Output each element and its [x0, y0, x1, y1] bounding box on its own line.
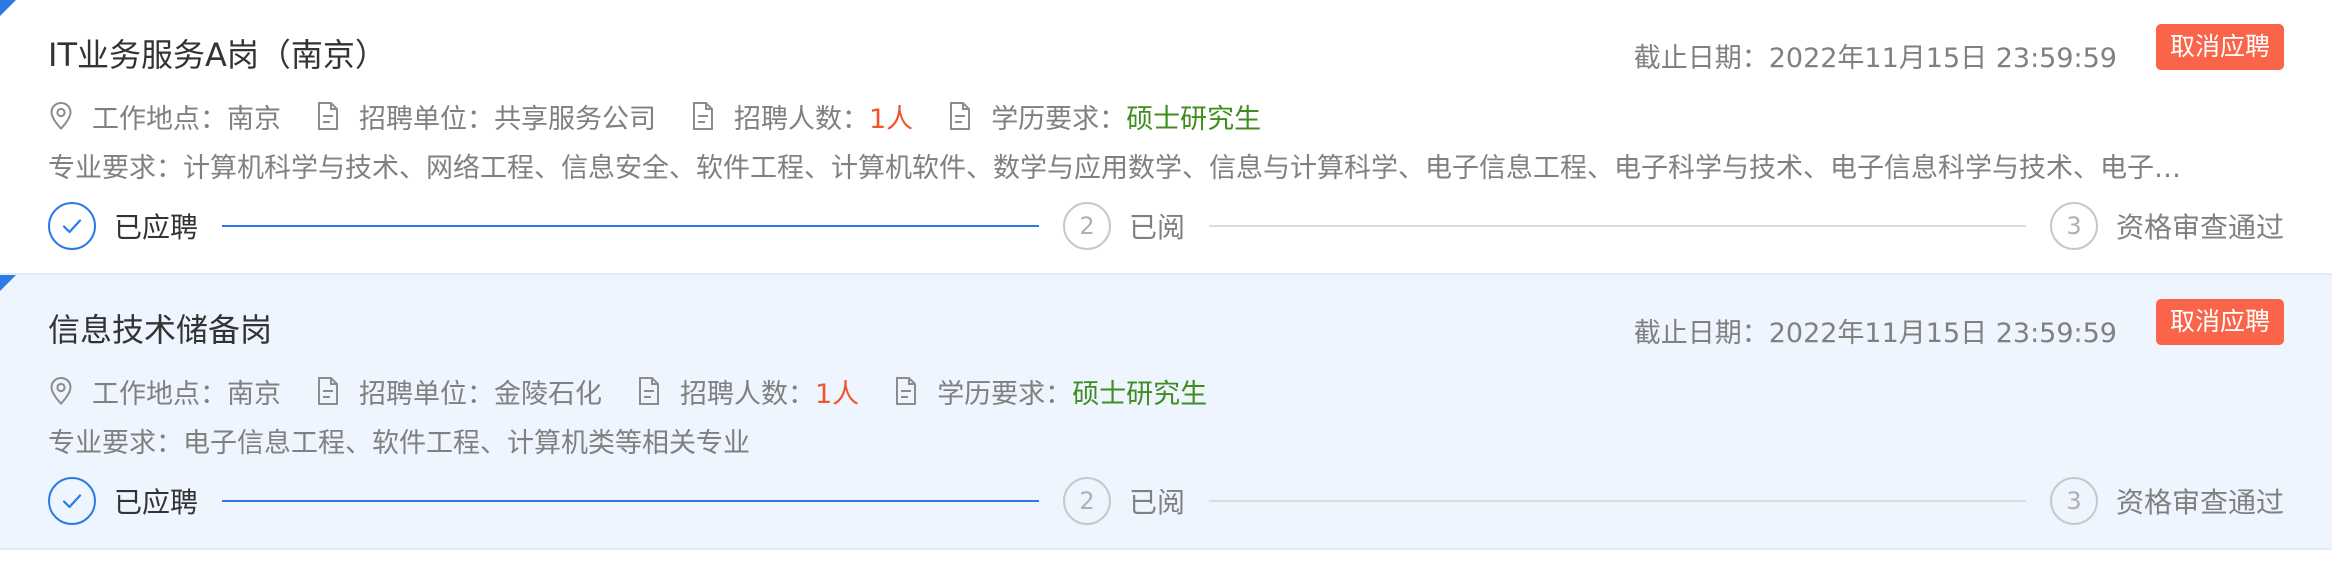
- document-icon: [690, 101, 716, 131]
- job-card[interactable]: 信息技术储备岗 截止日期：2022年11月15日 23:59:59 取消应聘 工…: [0, 275, 2332, 550]
- step-number-circle: 2: [1063, 202, 1111, 250]
- document-icon: [893, 376, 919, 406]
- document-icon: [315, 376, 341, 406]
- application-progress: 已应聘 2 已阅 3 资格审查通过: [48, 475, 2284, 527]
- step-number-circle: 3: [2050, 477, 2098, 525]
- degree-value: 硕士研究生: [1072, 378, 1208, 410]
- headcount-label: 招聘人数：: [734, 103, 869, 135]
- job-info-row: 工作地点： 南京 招聘单位： 共享服务公司 招聘人数： 1人 学历要求： 硕士研究生: [48, 96, 1295, 136]
- unit-info: 招聘单位： 共享服务公司: [315, 97, 656, 136]
- step-label-qualified: 资格审查通过: [2116, 486, 2285, 519]
- progress-line-done: [222, 225, 1039, 227]
- job-title[interactable]: 信息技术储备岗: [48, 305, 272, 351]
- step-label-read: 已阅: [1129, 486, 1186, 519]
- deadline: 截止日期：2022年11月15日 23:59:59: [1634, 36, 2117, 75]
- step-done-circle: [48, 202, 96, 250]
- corner-marker: [0, 0, 16, 16]
- location-label: 工作地点：: [92, 103, 227, 135]
- degree-value: 硕士研究生: [1126, 103, 1262, 135]
- check-icon: [62, 219, 82, 234]
- unit-value: 金陵石化: [494, 378, 602, 410]
- deadline: 截止日期：2022年11月15日 23:59:59: [1634, 311, 2117, 350]
- degree-info: 学历要求： 硕士研究生: [893, 372, 1207, 411]
- unit-value: 共享服务公司: [494, 103, 656, 135]
- document-icon: [636, 376, 662, 406]
- unit-info: 招聘单位： 金陵石化: [315, 372, 602, 411]
- headcount-value: 1人: [869, 103, 914, 135]
- document-icon: [947, 101, 973, 131]
- step-number-circle: 2: [1063, 477, 1111, 525]
- major-requirements: 专业要求：电子信息工程、软件工程、计算机类等相关专业: [48, 428, 750, 459]
- check-icon: [62, 494, 82, 509]
- headcount-info: 招聘人数： 1人: [690, 97, 913, 136]
- degree-info: 学历要求： 硕士研究生: [947, 97, 1261, 136]
- degree-label: 学历要求：: [991, 103, 1127, 135]
- progress-line-done: [222, 500, 1039, 502]
- degree-label: 学历要求：: [937, 378, 1073, 410]
- step-done-circle: [48, 477, 96, 525]
- progress-line-pending: [1209, 225, 2026, 227]
- location-value: 南京: [227, 378, 281, 410]
- document-icon: [315, 101, 341, 131]
- headcount-label: 招聘人数：: [680, 378, 815, 410]
- step-label-applied: 已应聘: [114, 486, 199, 519]
- location-label: 工作地点：: [92, 378, 227, 410]
- step-label-applied: 已应聘: [114, 211, 199, 244]
- location-info: 工作地点： 南京: [48, 372, 281, 411]
- step-label-qualified: 资格审查通过: [2116, 211, 2285, 244]
- cancel-application-button[interactable]: 取消应聘: [2155, 299, 2284, 345]
- location-info: 工作地点： 南京: [48, 97, 281, 136]
- deadline-value: 2022年11月15日 23:59:59: [1768, 318, 2117, 349]
- unit-label: 招聘单位：: [359, 103, 494, 135]
- step-label-read: 已阅: [1129, 211, 1186, 244]
- application-progress: 已应聘 2 已阅 3 资格审查通过: [48, 200, 2284, 252]
- job-info-row: 工作地点： 南京 招聘单位： 金陵石化 招聘人数： 1人 学历要求： 硕士研究生: [48, 371, 1241, 411]
- job-card[interactable]: IT业务服务A岗（南京） 截止日期：2022年11月15日 23:59:59 取…: [0, 0, 2332, 275]
- deadline-label: 截止日期：: [1633, 318, 1769, 349]
- progress-line-pending: [1209, 500, 2026, 502]
- headcount-value: 1人: [815, 378, 860, 410]
- deadline-label: 截止日期：: [1633, 43, 1769, 74]
- major-requirements: 专业要求：计算机科学与技术、网络工程、信息安全、软件工程、计算机软件、数学与应用…: [48, 153, 2181, 184]
- step-number-circle: 3: [2050, 202, 2098, 250]
- unit-label: 招聘单位：: [359, 378, 494, 410]
- deadline-value: 2022年11月15日 23:59:59: [1768, 43, 2117, 74]
- location-pin-icon: [48, 376, 74, 406]
- job-title[interactable]: IT业务服务A岗（南京）: [48, 30, 387, 76]
- headcount-info: 招聘人数： 1人: [636, 372, 859, 411]
- location-value: 南京: [227, 103, 281, 135]
- cancel-application-button[interactable]: 取消应聘: [2155, 24, 2284, 70]
- corner-marker: [0, 275, 16, 291]
- location-pin-icon: [48, 101, 74, 131]
